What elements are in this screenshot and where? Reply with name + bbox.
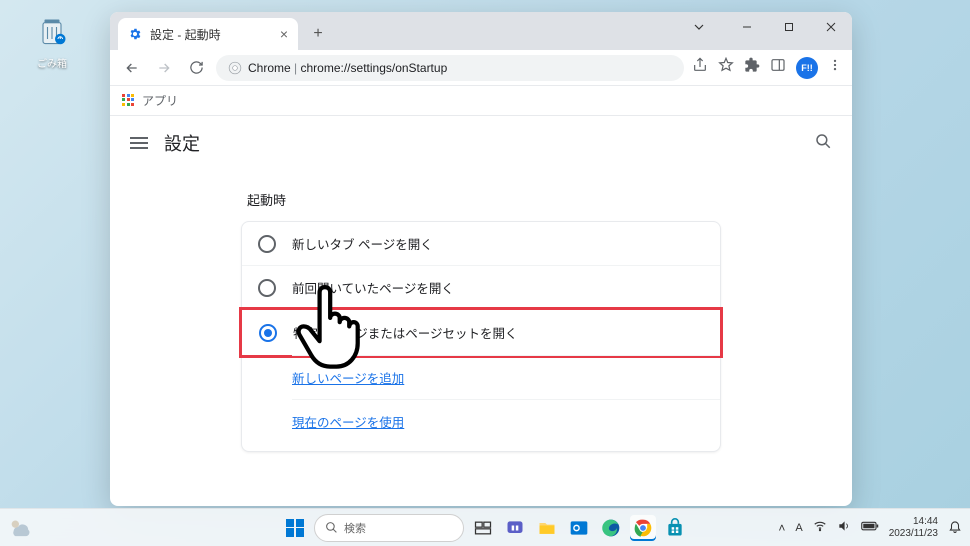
chrome-icon xyxy=(228,61,242,75)
option-new-tab[interactable]: 新しいタブ ページを開く xyxy=(242,222,720,266)
titlebar: 設定 - 起動時 × + xyxy=(110,12,852,50)
tab-title: 設定 - 起動時 xyxy=(150,26,221,43)
browser-window: 設定 - 起動時 × + Chrome | chrome://settings/… xyxy=(110,12,852,506)
weather-widget[interactable] xyxy=(8,515,30,542)
tray-chevron-icon[interactable]: ˄ xyxy=(778,521,785,535)
menu-button[interactable] xyxy=(130,134,148,152)
address-field[interactable]: Chrome | chrome://settings/onStartup xyxy=(216,55,684,81)
volume-icon[interactable] xyxy=(837,519,851,536)
minimize-button[interactable] xyxy=(726,12,768,42)
outlook-icon[interactable] xyxy=(566,515,592,541)
edge-icon[interactable] xyxy=(598,515,624,541)
reload-button[interactable] xyxy=(184,56,208,80)
settings-search-button[interactable] xyxy=(814,132,832,155)
recycle-bin-icon xyxy=(34,12,70,48)
explorer-icon[interactable] xyxy=(534,515,560,541)
option-label: 前回開いていたページを開く xyxy=(292,278,454,297)
new-tab-button[interactable]: + xyxy=(304,20,332,48)
option-continue[interactable]: 前回開いていたページを開く xyxy=(242,266,720,310)
radio-icon xyxy=(258,279,276,297)
search-placeholder: 検索 xyxy=(344,520,366,536)
chrome-taskbar-icon[interactable] xyxy=(630,515,656,541)
task-view-icon[interactable] xyxy=(470,515,496,541)
radio-checked-icon xyxy=(259,324,277,342)
window-controls xyxy=(678,12,852,42)
back-button[interactable] xyxy=(120,56,144,80)
radio-icon xyxy=(258,235,276,253)
forward-button[interactable] xyxy=(152,56,176,80)
ime-indicator[interactable]: A xyxy=(795,522,802,534)
bookmarks-bar: アプリ xyxy=(110,86,852,116)
apps-grid-icon[interactable] xyxy=(122,94,136,108)
page-title: 設定 xyxy=(164,130,200,156)
settings-content: 設定 起動時 新しいタブ ページを開く 前回開いていたページを開く 特定のページ… xyxy=(110,116,852,506)
profile-avatar[interactable]: F!! xyxy=(796,57,818,79)
settings-gear-icon xyxy=(128,27,142,41)
browser-tab[interactable]: 設定 - 起動時 × xyxy=(118,18,298,50)
address-prefix: Chrome xyxy=(248,61,291,75)
bookmark-star-icon[interactable] xyxy=(718,57,734,78)
use-current-pages-link[interactable]: 現在のページを使用 xyxy=(292,399,720,443)
wifi-icon[interactable] xyxy=(813,519,827,536)
option-specific-pages[interactable]: 特定のページまたはページセットを開く xyxy=(243,311,719,354)
chrome-menu-icon[interactable] xyxy=(828,58,842,77)
maximize-button[interactable] xyxy=(768,12,810,42)
system-tray: ˄ A 14:44 2023/11/23 xyxy=(778,516,962,539)
extensions-icon[interactable] xyxy=(744,57,760,78)
recycle-bin[interactable]: ごみ箱 xyxy=(28,12,76,70)
startup-card: 新しいタブ ページを開く 前回開いていたページを開く 特定のページまたはページセ… xyxy=(241,221,721,452)
store-icon[interactable] xyxy=(662,515,688,541)
chat-icon[interactable] xyxy=(502,515,528,541)
close-window-button[interactable] xyxy=(810,12,852,42)
option-label: 特定のページまたはページセットを開く xyxy=(293,323,518,342)
taskbar: 検索 ˄ A 14:44 2023/11/23 xyxy=(0,508,970,546)
battery-icon[interactable] xyxy=(861,520,879,535)
tab-dropdown-button[interactable] xyxy=(678,12,720,42)
start-button[interactable] xyxy=(282,515,308,541)
time: 14:44 xyxy=(889,516,938,528)
search-icon xyxy=(325,521,338,534)
notifications-icon[interactable] xyxy=(948,519,962,536)
clock[interactable]: 14:44 2023/11/23 xyxy=(889,516,938,539)
section-title: 起動時 xyxy=(241,190,721,209)
add-new-page-link[interactable]: 新しいページを追加 xyxy=(292,355,720,399)
tab-close-icon[interactable]: × xyxy=(280,26,288,42)
address-bar: Chrome | chrome://settings/onStartup F!! xyxy=(110,50,852,86)
side-panel-icon[interactable] xyxy=(770,57,786,78)
address-url: chrome://settings/onStartup xyxy=(301,61,448,75)
share-icon[interactable] xyxy=(692,57,708,78)
option-label: 新しいタブ ページを開く xyxy=(292,234,433,253)
highlight-annotation: 特定のページまたはページセットを開く xyxy=(239,307,723,358)
apps-label[interactable]: アプリ xyxy=(142,92,178,109)
date: 2023/11/23 xyxy=(889,528,938,540)
taskbar-search[interactable]: 検索 xyxy=(314,514,464,542)
recycle-bin-label: ごみ箱 xyxy=(28,55,76,70)
